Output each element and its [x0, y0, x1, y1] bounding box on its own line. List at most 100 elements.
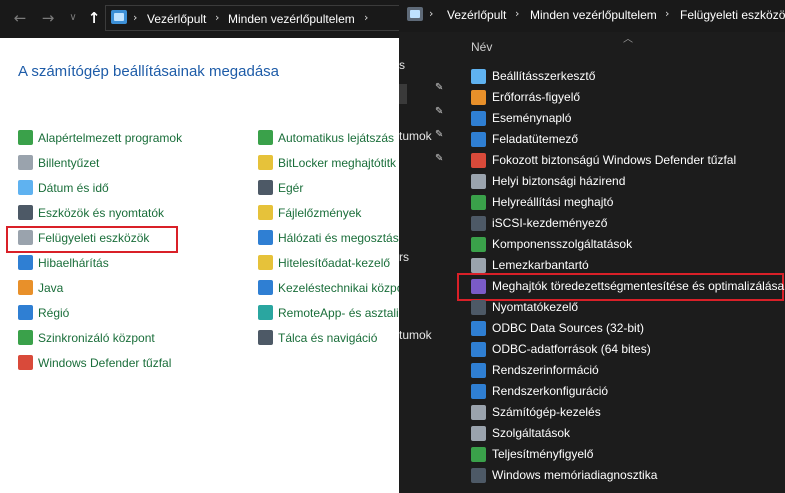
control-panel-window: ← → ∨ ↑ › Vezérlőpult › Minden vezérlőpu…	[0, 0, 399, 405]
admin-tool-item[interactable]: Windows memóriadiagnosztika	[467, 465, 783, 486]
globe-icon	[18, 305, 33, 320]
system-config-icon	[471, 384, 486, 399]
disk-cleanup-icon	[471, 258, 486, 273]
admin-tool-label: Komponensszolgáltatások	[492, 237, 633, 251]
admin-tool-label: Szolgáltatások	[492, 426, 571, 440]
left-address-bar[interactable]: › Vezérlőpult › Minden vezérlőpultelem ›	[105, 5, 399, 31]
control-panel-item-label: Automatikus lejátszás	[278, 131, 395, 145]
iscsi-icon	[471, 216, 486, 231]
keyboard-icon	[18, 155, 33, 170]
breadcrumb-item[interactable]: Vezérlőpult	[447, 8, 506, 22]
ease-of-access-icon	[258, 280, 273, 295]
admin-tool-label: Lemezkarbantartó	[492, 258, 589, 272]
admin-tool-item[interactable]: Rendszerinformáció	[467, 360, 783, 381]
admin-tool-label: Helyi biztonsági házirend	[492, 174, 626, 188]
control-panel-item-label: Dátum és idő	[38, 181, 109, 195]
remoteapp-icon	[258, 305, 273, 320]
memory-diagnostic-icon	[471, 468, 486, 483]
odbc-icon	[471, 342, 486, 357]
control-panel-item-label: Java	[38, 281, 64, 295]
admin-tool-item[interactable]: Nyomtatókezelő	[467, 297, 783, 318]
registry-icon	[471, 69, 486, 84]
admin-tool-item[interactable]: ODBC-adatforrások (64 bites)	[467, 339, 783, 360]
default-programs-icon	[18, 130, 33, 145]
chevron-right-icon[interactable]: ›	[515, 7, 519, 20]
resource-monitor-icon	[471, 90, 486, 105]
admin-tool-item[interactable]: Komponensszolgáltatások	[467, 234, 783, 255]
breadcrumb-item[interactable]: Felügyeleti eszközök	[680, 8, 785, 22]
computer-management-icon	[471, 405, 486, 420]
chevron-right-icon[interactable]: ›	[364, 11, 368, 24]
breadcrumb-item[interactable]: Minden vezérlőpultelem	[228, 12, 355, 26]
control-panel-item-label: Hálózati és megosztás	[278, 231, 399, 245]
admin-tool-label: ODBC Data Sources (32-bit)	[492, 321, 645, 335]
admin-tool-item[interactable]: Szolgáltatások	[467, 423, 783, 444]
autoplay-icon	[258, 130, 273, 145]
admin-tool-label: Eseménynapló	[492, 111, 572, 125]
security-policy-icon	[471, 174, 486, 189]
control-panel-item-label: Egér	[278, 181, 304, 195]
control-panel-item-label: RemoteApp- és asztali	[278, 306, 399, 320]
control-panel-item-label: Windows Defender tűzfal	[38, 356, 172, 370]
back-icon[interactable]: ←	[10, 8, 30, 28]
task-scheduler-icon	[471, 132, 486, 147]
up-icon[interactable]: ↑	[84, 8, 104, 28]
recent-chevron-icon[interactable]: ∨	[63, 8, 83, 28]
admin-tool-item[interactable]: ODBC Data Sources (32-bit)	[467, 318, 783, 339]
left-navigation-bar: ← → ∨ ↑ › Vezérlőpult › Minden vezérlőpu…	[0, 0, 399, 38]
admin-tool-item[interactable]: Fokozott biztonságú Windows Defender tűz…	[467, 150, 783, 171]
credential-icon	[258, 255, 273, 270]
breadcrumb-item[interactable]: Vezérlőpult	[147, 12, 206, 26]
admin-tool-item[interactable]: Feladatütemező	[467, 129, 783, 150]
forward-icon[interactable]: →	[38, 8, 58, 28]
admin-tool-label: Fokozott biztonságú Windows Defender tűz…	[492, 153, 737, 167]
chevron-right-icon[interactable]: ›	[133, 11, 137, 24]
control-panel-item-label: Tálca és navigáció	[278, 331, 378, 345]
sidebar-item[interactable]: tumok	[399, 129, 432, 143]
printer-icon	[18, 205, 33, 220]
chevron-right-icon[interactable]: ›	[665, 7, 669, 20]
chevron-right-icon[interactable]: ›	[215, 11, 219, 24]
mouse-icon	[258, 180, 273, 195]
page-title: A számítógép beállításainak megadása	[18, 63, 279, 80]
breadcrumb-item[interactable]: Minden vezérlőpultelem	[530, 8, 657, 22]
pin-icon: ✎	[435, 82, 444, 93]
pin-icon: ✎	[435, 153, 444, 164]
admin-tool-label: Helyreállítási meghajtó	[492, 195, 614, 209]
recovery-drive-icon	[471, 195, 486, 210]
admin-tool-item[interactable]: Teljesítményfigyelő	[467, 444, 783, 465]
admin-tool-item[interactable]: Meghajtók töredezettségmentesítése és op…	[467, 276, 785, 297]
admin-tools-window: › Vezérlőpult › Minden vezérlőpultelem ›…	[399, 0, 785, 493]
admin-tool-item[interactable]: Lemezkarbantartó	[467, 255, 783, 276]
admin-tool-item[interactable]: Erőforrás-figyelő	[467, 87, 783, 108]
control-panel-item-label: BitLocker meghajtótitk	[278, 156, 397, 170]
event-viewer-icon	[471, 111, 486, 126]
admin-tool-label: Rendszerkonfiguráció	[492, 384, 609, 398]
admin-tool-item[interactable]: Beállításszerkesztő	[467, 66, 783, 87]
sidebar-item[interactable]: tumok	[399, 328, 432, 342]
component-services-icon	[471, 237, 486, 252]
admin-tool-label: Rendszerinformáció	[492, 363, 599, 377]
sidebar-selection	[399, 84, 407, 104]
pin-icon: ✎	[435, 106, 444, 117]
admin-tool-item[interactable]: Helyi biztonsági házirend	[467, 171, 783, 192]
admin-tool-item[interactable]: iSCSI-kezdeményező	[467, 213, 783, 234]
sidebar-item[interactable]: rs	[399, 250, 409, 264]
right-address-bar[interactable]: › Vezérlőpult › Minden vezérlőpultelem ›…	[407, 2, 785, 28]
sidebar-item[interactable]: s	[399, 58, 405, 72]
admin-tool-label: ODBC-adatforrások (64 bites)	[492, 342, 651, 356]
admin-tool-label: Meghajtók töredezettségmentesítése és op…	[492, 279, 785, 293]
admin-tools-icon	[407, 7, 423, 21]
chevron-right-icon[interactable]: ›	[429, 7, 433, 20]
control-panel-icon	[111, 10, 127, 24]
admin-tool-item[interactable]: Rendszerkonfiguráció	[467, 381, 783, 402]
admin-tools-icon	[18, 230, 33, 245]
sort-chevron-icon: ︿	[623, 34, 633, 45]
column-header-name[interactable]: Név	[471, 40, 492, 54]
control-panel-item-label: Eszközök és nyomtatók	[38, 206, 165, 220]
control-panel-item-label: Régió	[38, 306, 70, 320]
admin-tool-item[interactable]: Számítógép-kezelés	[467, 402, 783, 423]
admin-tool-item[interactable]: Eseménynapló	[467, 108, 783, 129]
right-navigation-bar: › Vezérlőpult › Minden vezérlőpultelem ›…	[399, 0, 785, 32]
admin-tool-item[interactable]: Helyreállítási meghajtó	[467, 192, 783, 213]
